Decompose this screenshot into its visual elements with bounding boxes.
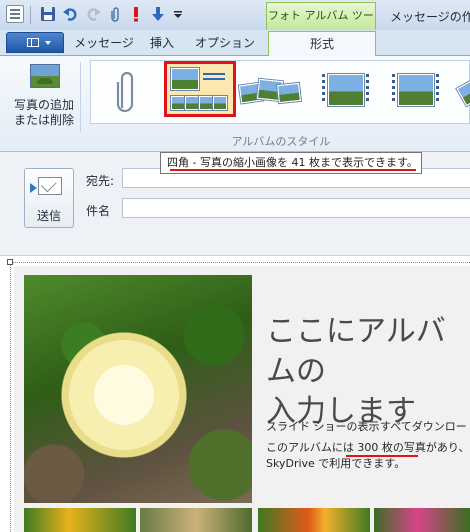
subject-field[interactable]: [122, 198, 470, 218]
style-paperclip[interactable]: [96, 64, 156, 118]
text-lines-icon: [203, 73, 225, 75]
customize-toolbar-icon[interactable]: [170, 6, 186, 22]
style-squares[interactable]: [164, 61, 236, 117]
toolbar-separator: [30, 6, 31, 24]
dots-icon: [322, 74, 325, 104]
info-highlight-underline: [346, 455, 418, 457]
tab-insert[interactable]: 挿入: [142, 32, 182, 54]
album-info-line: このアルバムには 300 枚の写真があり、20: [266, 441, 470, 454]
thumbnail-icon: [171, 96, 185, 110]
high-priority-icon[interactable]: [128, 6, 144, 22]
style-filmstrip[interactable]: [236, 64, 301, 118]
thumbnail-icon: [456, 77, 470, 107]
window-title: メッセージの作成: [390, 10, 470, 24]
save-icon[interactable]: [40, 6, 56, 22]
album-thumbnail[interactable]: [374, 508, 470, 532]
album-thumbnail[interactable]: [24, 508, 136, 532]
group-separator: [80, 62, 81, 132]
tab-format[interactable]: 形式: [268, 31, 376, 57]
attach-icon[interactable]: [108, 6, 124, 22]
body-dotted-border: [10, 262, 470, 264]
style-single-photo-alt[interactable]: [388, 64, 448, 118]
photo-icon: [30, 64, 60, 88]
paperclip-icon: [116, 71, 134, 113]
thumbnail-icon: [328, 74, 364, 106]
tab-options[interactable]: オプション: [194, 32, 256, 54]
redo-icon[interactable]: [86, 6, 102, 22]
file-menu-button[interactable]: [6, 32, 64, 53]
thumbnail-icon: [213, 96, 227, 110]
send-button[interactable]: 送信: [24, 168, 74, 228]
undo-icon[interactable]: [62, 6, 78, 22]
envelope-icon: [38, 177, 62, 195]
app-icon[interactable]: [6, 5, 24, 23]
thumbnail-icon: [199, 96, 213, 110]
add-remove-photos-button[interactable]: 写真の追加 または削除: [6, 62, 76, 130]
album-thumbnail[interactable]: [140, 508, 252, 532]
thumbnail-icon: [171, 68, 199, 90]
chevron-down-icon: [45, 41, 51, 45]
tooltip-highlight-underline: [170, 169, 416, 171]
album-style-group-label: アルバムのスタイル: [231, 135, 331, 148]
tab-message[interactable]: メッセージ: [74, 32, 134, 54]
dots-icon: [366, 74, 369, 104]
album-thumbnail[interactable]: [258, 508, 370, 532]
download-all-link[interactable]: すべてダウンロード: [380, 418, 470, 434]
thumbnail-icon: [185, 96, 199, 110]
resize-handle[interactable]: [7, 259, 13, 265]
body-dotted-border: [10, 262, 12, 532]
style-more[interactable]: [452, 64, 470, 118]
menu-icon: [27, 38, 39, 47]
album-info-line: SkyDrive で利用できます。: [266, 457, 406, 470]
dots-icon: [392, 74, 395, 104]
thumbnail-icon: [277, 82, 301, 104]
thumbnail-icon: [398, 74, 434, 106]
send-arrow-icon: [30, 183, 37, 193]
style-single-photo[interactable]: [318, 64, 378, 118]
subject-label: 件名: [86, 204, 111, 218]
dots-icon: [436, 74, 439, 104]
album-cover-photo[interactable]: [24, 275, 252, 503]
album-title[interactable]: ここにアルバムの 入力します: [266, 312, 470, 432]
contextual-tab-photo-album-tools: フォト アルバム ツール: [266, 2, 376, 48]
add-remove-photos-label: 写真の追加 または削除: [13, 98, 74, 127]
slideshow-link[interactable]: スライド ショーの表示: [266, 418, 380, 434]
low-priority-icon[interactable]: [150, 6, 166, 22]
send-label: 送信: [36, 209, 61, 223]
to-label: 宛先:: [86, 174, 115, 188]
